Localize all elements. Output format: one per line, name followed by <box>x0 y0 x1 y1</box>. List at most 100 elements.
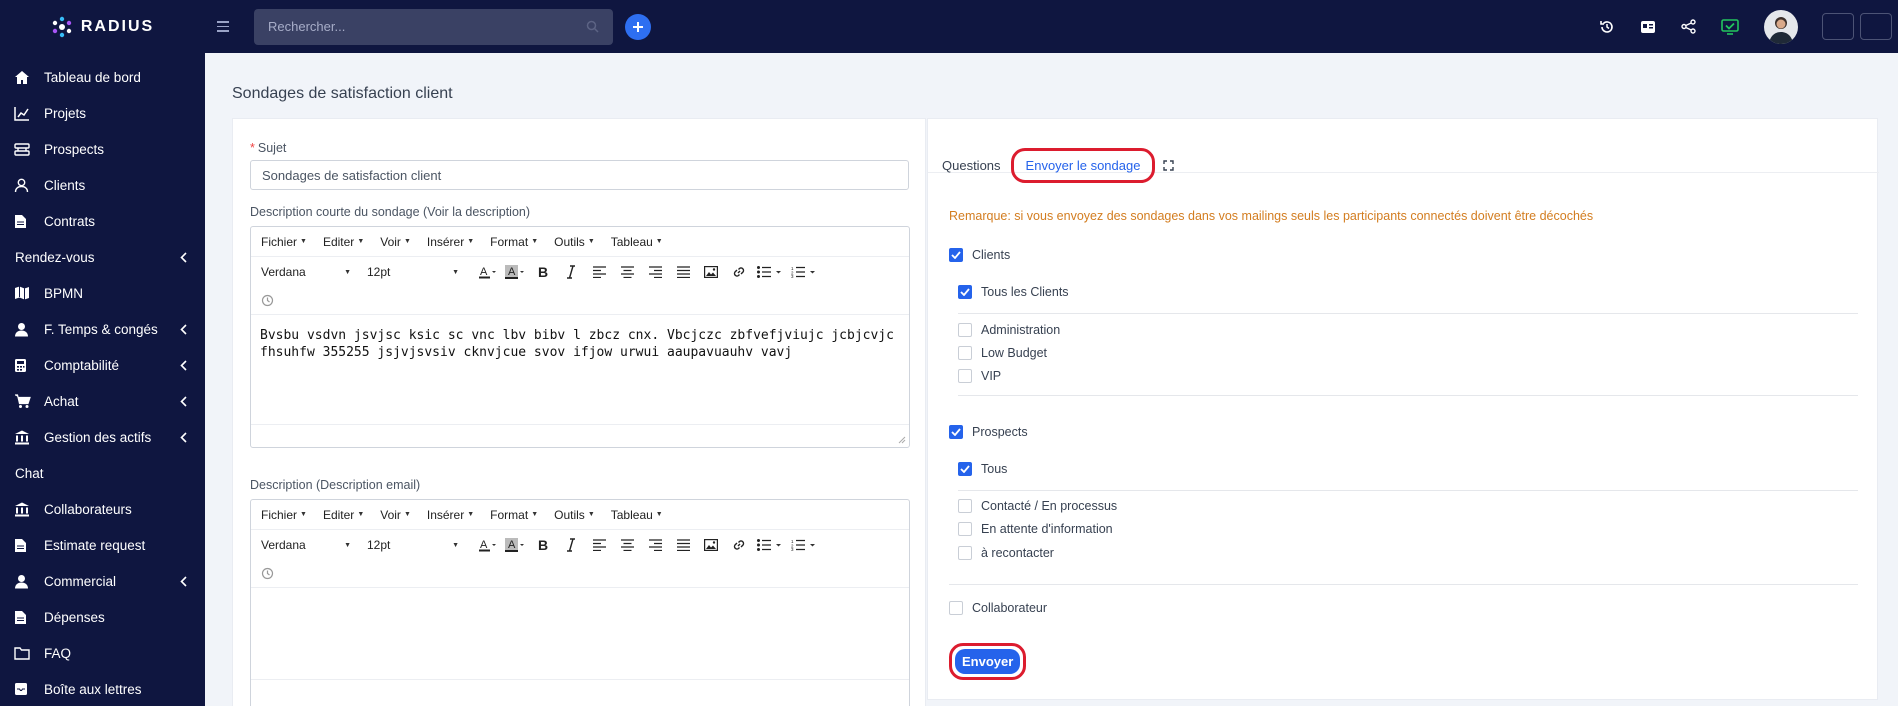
tab-questions[interactable]: Questions <box>942 158 1001 173</box>
client-group-vip-checkbox[interactable]: VIP <box>958 369 1001 383</box>
text-color-button[interactable]: A <box>473 538 501 552</box>
menu-toggle-icon[interactable] <box>217 21 233 32</box>
menu-outils[interactable]: Outils ▼ <box>554 508 595 522</box>
screen-check-button[interactable] <box>1709 18 1750 35</box>
menu-voir[interactable]: Voir ▼ <box>380 235 411 249</box>
bold-button[interactable]: B <box>529 265 557 279</box>
search-input[interactable]: Rechercher... <box>254 8 613 45</box>
sidebar-item-chat[interactable]: Chat <box>0 455 205 491</box>
numbered-list-button[interactable]: 123 <box>787 539 821 551</box>
image-icon <box>704 539 718 551</box>
italic-button[interactable] <box>557 538 585 552</box>
contact-card-button[interactable] <box>1627 20 1668 34</box>
add-button[interactable] <box>625 13 651 40</box>
client-group-administration-checkbox[interactable]: Administration <box>958 323 1060 337</box>
menu-tableau[interactable]: Tableau ▼ <box>611 235 663 249</box>
text-color-button[interactable]: A <box>473 265 501 279</box>
status-contacte-checkbox[interactable]: Contacté / En processus <box>958 499 1117 513</box>
history-button[interactable] <box>1586 19 1627 35</box>
menu-voir[interactable]: Voir ▼ <box>380 508 411 522</box>
insert-link-button[interactable] <box>725 265 753 279</box>
menu-outils[interactable]: Outils ▼ <box>554 235 595 249</box>
send-button[interactable]: Envoyer <box>955 649 1021 674</box>
sidebar-item-commercial[interactable]: Commercial <box>0 563 205 599</box>
resize-handle-icon[interactable] <box>898 436 906 444</box>
collaborator-checkbox[interactable]: Collaborateur <box>949 601 1047 615</box>
sidebar-item-tableau-de-bord[interactable]: Tableau de bord <box>0 59 205 95</box>
tab-envoyer-le-sondage[interactable]: Envoyer le sondage <box>1010 147 1156 183</box>
fullscreen-toggle-button[interactable] <box>1860 13 1892 40</box>
sidebar-item-gestion-actifs[interactable]: Gestion des actifs <box>0 419 205 455</box>
sidebar-item-boite-aux-lettres[interactable]: Boîte aux lettres <box>0 671 205 706</box>
highlight-color-button[interactable]: A <box>501 265 529 279</box>
insert-image-button[interactable] <box>697 539 725 551</box>
undo-history-icon[interactable] <box>261 294 274 307</box>
menu-format[interactable]: Format ▼ <box>490 508 538 522</box>
bullet-list-icon <box>757 539 781 551</box>
client-group-low-budget-checkbox[interactable]: Low Budget <box>958 346 1047 360</box>
align-justify-button[interactable] <box>669 539 697 551</box>
undo-history-icon[interactable] <box>261 567 274 580</box>
sidebar-item-contrats[interactable]: Contrats <box>0 203 205 239</box>
prospects-checkbox[interactable]: Prospects <box>949 425 1028 439</box>
clients-checkbox[interactable]: Clients <box>949 248 1010 262</box>
bullet-list-button[interactable] <box>753 266 787 278</box>
sidebar-item-temps-conges[interactable]: F. Temps & congés <box>0 311 205 347</box>
user-circle-icon <box>15 322 28 336</box>
insert-image-button[interactable] <box>697 266 725 278</box>
sidebar-item-rendez-vous[interactable]: Rendez-vous <box>0 239 205 275</box>
align-center-button[interactable] <box>613 266 641 278</box>
share-button[interactable] <box>1668 19 1709 34</box>
sidebar-item-projets[interactable]: Projets <box>0 95 205 131</box>
sidebar-item-clients[interactable]: Clients <box>0 167 205 203</box>
menu-editer[interactable]: Editer ▼ <box>323 235 364 249</box>
menu-fichier[interactable]: Fichier ▼ <box>261 508 307 522</box>
sidebar-item-bpmn[interactable]: BPMN <box>0 275 205 311</box>
description-content[interactable] <box>251 588 909 680</box>
menu-editer[interactable]: Editer ▼ <box>323 508 364 522</box>
align-justify-icon <box>676 266 690 278</box>
menu-fichier[interactable]: Fichier ▼ <box>261 235 307 249</box>
menu-inserer[interactable]: Insérer ▼ <box>427 235 474 249</box>
bullet-list-button[interactable] <box>753 539 787 551</box>
bold-button[interactable]: B <box>529 538 557 552</box>
align-justify-button[interactable] <box>669 266 697 278</box>
sidebar-item-achat[interactable]: Achat <box>0 383 205 419</box>
font-size-select[interactable]: 12pt ▼ <box>367 265 463 279</box>
user-avatar[interactable] <box>1764 9 1798 44</box>
font-family-select[interactable]: Verdana ▼ <box>261 538 357 552</box>
sidebar-item-prospects[interactable]: Prospects <box>0 131 205 167</box>
font-family-select[interactable]: Verdana ▼ <box>261 265 357 279</box>
numbered-list-button[interactable]: 123 <box>787 266 821 278</box>
short-description-content[interactable]: Bvsbu vsdvn jsvjsc ksic sc vnc lbv bibv … <box>251 315 909 425</box>
sidebar-item-faq[interactable]: FAQ <box>0 635 205 671</box>
align-right-icon <box>648 539 662 551</box>
highlight-icon: A <box>505 265 524 279</box>
status-recontacter-checkbox[interactable]: à recontacter <box>958 546 1054 560</box>
divider <box>949 584 1858 585</box>
align-left-button[interactable] <box>585 266 613 278</box>
panel-toggle-button[interactable] <box>1822 13 1854 40</box>
expand-icon[interactable] <box>1163 159 1175 171</box>
italic-button[interactable] <box>557 265 585 279</box>
align-center-button[interactable] <box>613 539 641 551</box>
menu-format[interactable]: Format ▼ <box>490 235 538 249</box>
align-right-button[interactable] <box>641 266 669 278</box>
sidebar-item-estimate-request[interactable]: Estimate request <box>0 527 205 563</box>
all-clients-checkbox[interactable]: Tous les Clients <box>958 285 1069 299</box>
menu-inserer[interactable]: Insérer ▼ <box>427 508 474 522</box>
sidebar-item-comptabilite[interactable]: Comptabilité <box>0 347 205 383</box>
align-left-icon <box>592 266 606 278</box>
all-prospects-checkbox[interactable]: Tous <box>958 462 1007 476</box>
logo[interactable]: RADIUS <box>0 16 205 38</box>
sidebar-item-depenses[interactable]: Dépenses <box>0 599 205 635</box>
font-size-select[interactable]: 12pt ▼ <box>367 538 463 552</box>
align-left-button[interactable] <box>585 539 613 551</box>
highlight-color-button[interactable]: A <box>501 538 529 552</box>
menu-tableau[interactable]: Tableau ▼ <box>611 508 663 522</box>
status-en-attente-checkbox[interactable]: En attente d'information <box>958 522 1113 536</box>
sidebar-item-collaborateurs[interactable]: Collaborateurs <box>0 491 205 527</box>
subject-input[interactable] <box>250 160 909 190</box>
align-right-button[interactable] <box>641 539 669 551</box>
insert-link-button[interactable] <box>725 538 753 552</box>
